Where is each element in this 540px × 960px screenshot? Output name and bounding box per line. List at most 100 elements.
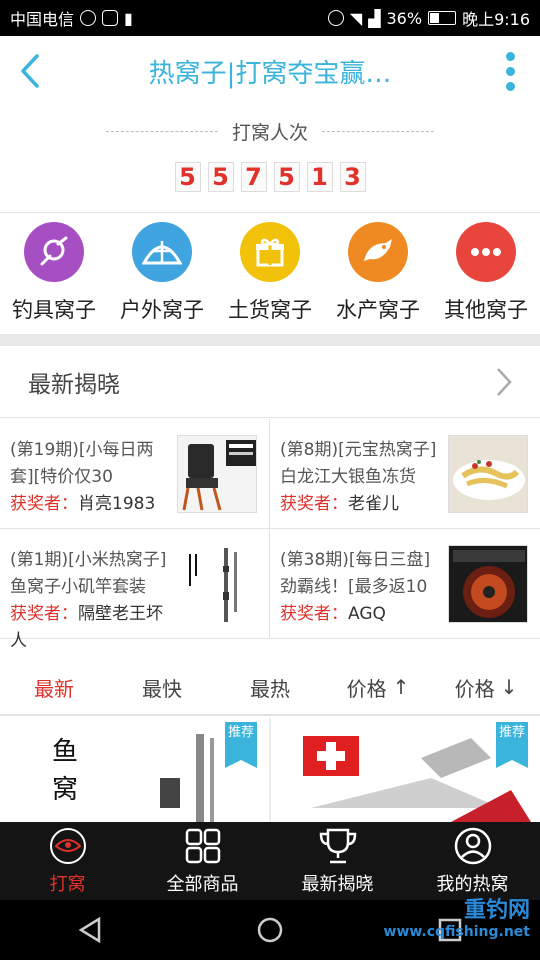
- latest-reveal-grid: (第19期)[小每日两套][特价仅30 获奖者：肖亮1983 (第8期)[元宝热…: [0, 419, 540, 651]
- sort-price-desc[interactable]: 价格 ↓: [432, 660, 540, 714]
- product-name: (第19期)[小每日两套][特价仅30: [10, 440, 154, 487]
- back-arrow-icon: [21, 54, 39, 88]
- page-title: 热窝子|打窝夺宝赢…: [148, 58, 392, 89]
- category-fishing-gear[interactable]: 钓具窝子: [0, 222, 108, 324]
- app-header: 热窝子|打窝夺宝赢…: [0, 36, 540, 106]
- wechat-icon: [80, 10, 97, 26]
- recommend-badge: 推荐: [496, 722, 528, 768]
- latest-item[interactable]: (第19期)[小每日两套][特价仅30 获奖者：肖亮1983: [0, 419, 270, 529]
- category-nav: 钓具窝子 户外窝子 土货窝子 水产窝子 其他窝子: [0, 222, 540, 324]
- product-card[interactable]: 推荐: [271, 718, 540, 822]
- app-notification-icon: [102, 10, 119, 26]
- watermark: 重钓网 www.cqfishing.net: [384, 892, 530, 940]
- category-label: 户外窝子: [120, 298, 204, 322]
- product-name: (第8期)[元宝热窝子]白龙江大银鱼冻货: [280, 440, 437, 487]
- trophy-icon: [319, 828, 356, 864]
- winner-name: AGQ: [348, 604, 386, 624]
- system-home-icon[interactable]: [256, 916, 284, 944]
- watermark-url: www.cqfishing.net: [383, 924, 530, 940]
- more-menu-button[interactable]: [480, 36, 540, 106]
- product-thumbnail: [448, 435, 528, 513]
- category-aquatic[interactable]: 水产窝子: [324, 222, 432, 324]
- recommend-badge: 推荐: [225, 722, 257, 768]
- sort-label: 价格: [346, 676, 387, 701]
- sort-tabs: 最新 最快 最热 价格 ↑ 价格 ↓: [0, 660, 540, 716]
- counter-digit: 7: [240, 162, 267, 192]
- counter-digit: 1: [306, 162, 333, 192]
- product-thumbnail: [177, 435, 257, 513]
- winner-label: 获奖者：: [280, 494, 348, 514]
- category-local-goods[interactable]: 土货窝子: [216, 222, 324, 324]
- counter-digit: 5: [273, 162, 300, 192]
- tent-icon: [132, 222, 192, 282]
- svg-text:鱼: 鱼: [52, 737, 78, 767]
- battery-icon: [428, 11, 457, 25]
- nav-all-products[interactable]: 全部商品: [135, 822, 270, 900]
- category-label: 水产窝子: [336, 298, 420, 322]
- nav-label: 全部商品: [166, 874, 239, 895]
- sort-price-asc[interactable]: 价格 ↑: [324, 660, 432, 714]
- winner-label: 获奖者：: [10, 604, 78, 624]
- signal-icon: ▟: [368, 8, 381, 28]
- section-spacer: [0, 334, 540, 346]
- divider-dashed: [322, 131, 434, 132]
- sort-label: 最新: [34, 676, 74, 701]
- fish-icon: [348, 222, 408, 282]
- watermark-brand: 重钓网: [463, 898, 530, 923]
- latest-item[interactable]: (第38期)[每日三盘]劲霸线！[最多返10 获奖者：AGQ: [270, 529, 540, 639]
- sort-newest[interactable]: 最新: [0, 660, 108, 714]
- product-name: (第38期)[每日三盘]劲霸线！[最多返10: [280, 550, 431, 597]
- svg-text:窝: 窝: [52, 775, 78, 805]
- counter-label: 打窝人次: [231, 122, 308, 144]
- user-icon: [454, 827, 491, 865]
- product-card[interactable]: 鱼 窝 推荐: [0, 718, 269, 822]
- category-other[interactable]: 其他窝子: [432, 222, 540, 324]
- nav-home[interactable]: 打窝: [0, 822, 135, 900]
- latest-reveal-title: 最新揭晓: [28, 371, 120, 398]
- winner-name: 肖亮1983: [78, 494, 156, 514]
- divider-dashed: [105, 131, 218, 132]
- counter-digit: 5: [207, 162, 234, 192]
- nav-my-account[interactable]: 我的热窝: [405, 822, 540, 900]
- nav-latest-reveal[interactable]: 最新揭晓: [270, 822, 405, 900]
- nav-label: 打窝: [49, 874, 86, 895]
- bottom-nav: 打窝 全部商品 最新揭晓 我的热窝: [0, 822, 540, 900]
- sort-hottest[interactable]: 最热: [216, 660, 324, 714]
- category-outdoor[interactable]: 户外窝子: [108, 222, 216, 324]
- logo-icon: [49, 828, 86, 864]
- system-back-icon[interactable]: [77, 916, 103, 944]
- sort-fastest[interactable]: 最快: [108, 660, 216, 714]
- status-bar: 中国电信 ▮ ◥ ▟ 36% 晚上9:16: [0, 0, 540, 36]
- battery-percent: 36%: [386, 8, 423, 28]
- category-label: 其他窝子: [444, 298, 528, 322]
- more-dot-icon: [505, 51, 515, 61]
- latest-item[interactable]: (第1期)[小米热窝子]鱼窝子小矶竿套装 获奖者：隔壁老王坏人: [0, 529, 270, 651]
- fishing-gear-icon: [24, 222, 84, 282]
- winner-label: 获奖者：: [280, 604, 348, 624]
- latest-reveal-header[interactable]: 最新揭晓: [0, 346, 540, 418]
- counter-digits: 5 5 7 5 1 3: [0, 162, 540, 192]
- counter-digit: 5: [174, 162, 201, 192]
- latest-item[interactable]: (第8期)[元宝热窝子]白龙江大银鱼冻货 获奖者：老雀儿: [270, 419, 540, 529]
- divider: [0, 212, 540, 213]
- arrow-down-icon: ↓: [500, 675, 518, 699]
- alarm-icon: [327, 10, 344, 26]
- counter-heading: 打窝人次: [0, 118, 540, 145]
- gift-icon: [240, 222, 300, 282]
- clock: 晚上9:16: [462, 10, 530, 29]
- counter-digit: 3: [339, 162, 366, 192]
- sort-label: 价格: [454, 676, 495, 701]
- more-dot-icon: [505, 66, 515, 76]
- back-button[interactable]: [0, 36, 60, 106]
- nav-label: 最新揭晓: [301, 874, 374, 895]
- more-dots-icon: [456, 222, 516, 282]
- carrier-label: 中国电信: [10, 10, 75, 29]
- category-label: 钓具窝子: [12, 298, 96, 322]
- sort-label: 最热: [250, 676, 290, 701]
- product-thumbnail: [448, 545, 528, 623]
- category-label: 土货窝子: [228, 298, 312, 322]
- more-dot-icon: [505, 81, 515, 91]
- product-list: 鱼 窝 推荐 推荐: [0, 718, 540, 822]
- wifi-icon: ◥: [349, 8, 363, 28]
- arrow-up-icon: ↑: [392, 675, 410, 699]
